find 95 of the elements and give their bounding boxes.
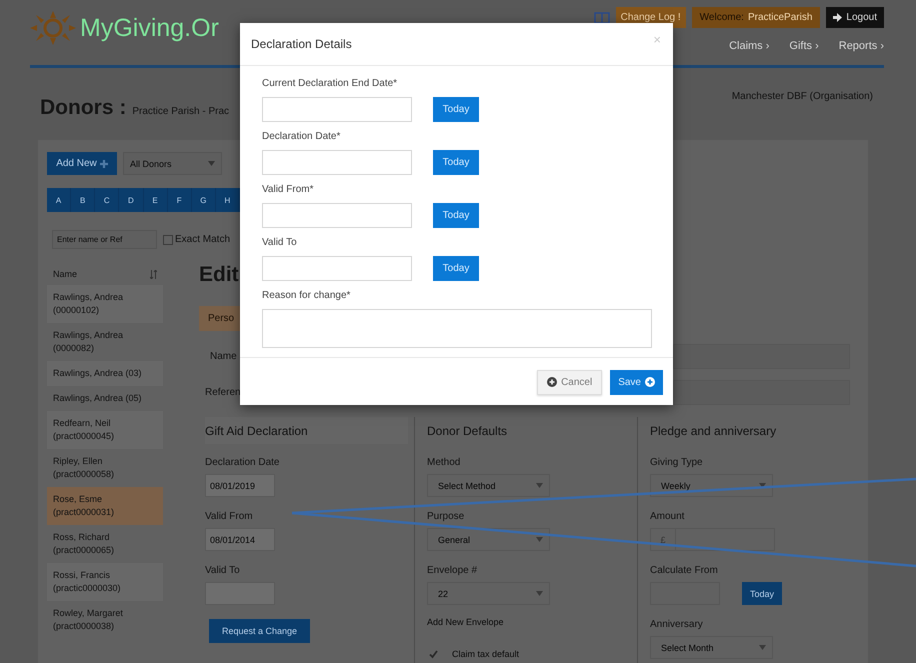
donor-list-item[interactable]: Rose, Esme (pract0000031) — [47, 487, 163, 525]
text-field[interactable] — [673, 344, 850, 368]
field-label: Valid To — [262, 237, 298, 250]
today-button[interactable]: Today — [433, 256, 479, 281]
select-field[interactable]: General — [427, 528, 550, 551]
select-value: Select Month — [661, 642, 714, 652]
field-label: Giving Type — [650, 457, 704, 470]
sign-out-icon — [833, 13, 842, 22]
field-label: Envelope # — [427, 565, 478, 578]
field-label: Calculate From — [650, 565, 719, 578]
caret-icon — [536, 591, 543, 596]
cancel-button[interactable]: Cancel — [537, 370, 602, 394]
search-field[interactable]: Enter name or Ref — [52, 230, 157, 249]
nav-menu[interactable]: Reports › — [838, 40, 884, 52]
nav-menu[interactable]: Gifts › — [789, 40, 819, 52]
user-name: PracticeParish — [748, 12, 812, 23]
checkbox-label: Exact Match — [175, 234, 230, 245]
donor-list-item[interactable]: Ripley, Ellen (pract0000058) — [47, 449, 163, 487]
field-label: Valid From — [205, 511, 254, 524]
select-value: All Donors — [130, 158, 172, 168]
text-field[interactable] — [673, 380, 850, 404]
letter-tab[interactable]: F — [168, 188, 192, 212]
logo-text: MyGiving.Or — [80, 14, 219, 42]
donor-list-item[interactable]: Rawlings, Andrea (03) — [47, 361, 163, 386]
personal-tab[interactable]: Perso — [199, 306, 240, 331]
window-icon — [594, 12, 610, 24]
caret-icon — [536, 483, 543, 488]
plus-circle-icon — [645, 377, 655, 387]
caret-icon — [759, 645, 766, 650]
field-label: Purpose — [427, 511, 466, 524]
donor-list-item[interactable]: Rossi, Francis (practic0000030) — [47, 563, 163, 601]
field-label: Method — [427, 457, 462, 470]
sort-icon — [150, 270, 157, 278]
caret-icon — [759, 483, 766, 488]
field-label: Declaration Date* — [262, 131, 342, 144]
field-label: Amount — [650, 511, 686, 524]
donor-list-item[interactable]: Rawlings, Andrea (0000082) — [47, 323, 163, 361]
plus-circle-icon — [547, 377, 558, 387]
field-label: Anniversary — [650, 619, 704, 632]
field-label: Current Declaration End Date* — [262, 78, 398, 91]
letter-tab[interactable]: C — [95, 188, 120, 212]
dialog-title: Declaration Details — [251, 37, 352, 51]
field-label: Name — [209, 350, 238, 362]
donor-list-item[interactable]: Rawlings, Andrea (05) — [47, 386, 163, 411]
select-value: Weekly — [661, 480, 690, 490]
today-button[interactable]: Today — [433, 150, 479, 175]
request-change-button[interactable]: Request a Change — [209, 619, 310, 643]
checkbox[interactable] — [163, 234, 173, 244]
today-button[interactable]: Today — [433, 97, 479, 122]
save-button[interactable]: Save — [610, 370, 663, 394]
column-header[interactable]: Name — [53, 269, 78, 279]
panel-header: Donor Defaults — [427, 422, 508, 440]
caret-icon — [208, 161, 215, 166]
donor-list-item[interactable]: Rowley, Margaret (pract0000038) — [47, 601, 163, 639]
select-value: Select Method — [438, 480, 496, 490]
panel-header: Gift Aid Declaration — [205, 417, 408, 444]
welcome-label: Welcome: — [700, 12, 744, 23]
currency-field[interactable]: £ — [650, 528, 775, 551]
field-label: Reason for change* — [262, 290, 352, 303]
select-field[interactable]: Select Method — [427, 474, 550, 497]
letter-tab[interactable]: G — [192, 188, 216, 212]
field-label: Referen — [204, 386, 242, 398]
select-field[interactable]: Select Month — [650, 636, 773, 659]
sun-icon — [30, 11, 76, 45]
checkbox-label: Claim tax default — [452, 649, 520, 659]
field-label: Valid To — [205, 565, 241, 578]
today-button[interactable]: Today — [742, 582, 782, 605]
checkbox[interactable] — [429, 650, 438, 658]
donor-filter-select[interactable]: All Donors — [123, 152, 222, 175]
letter-tab[interactable]: A — [47, 188, 72, 212]
select-field[interactable]: Weekly — [650, 474, 773, 497]
section-title: Edit — [199, 263, 239, 288]
field-label: Valid From* — [262, 184, 314, 197]
letter-tab[interactable]: B — [71, 188, 96, 212]
nav-menu[interactable]: Claims › — [729, 40, 770, 52]
donor-list-item[interactable]: Redfearn, Neil (pract0000045) — [47, 411, 163, 449]
today-button[interactable]: Today — [433, 203, 479, 228]
select-value: 22 — [438, 588, 448, 598]
add-new-button[interactable]: Add New — [47, 152, 117, 175]
panel-header: Pledge and anniversary — [650, 422, 778, 440]
logout-button[interactable]: Logout — [826, 7, 884, 28]
select-field[interactable]: 22 — [427, 582, 550, 605]
plus-icon — [100, 160, 108, 168]
add-envelope-link[interactable]: Add New Envelope — [427, 617, 504, 627]
donor-list-item[interactable]: Ross, Richard (pract0000065) — [47, 525, 163, 563]
letter-tab[interactable]: D — [119, 188, 144, 212]
page-title: Donors : — [40, 96, 126, 120]
letter-tab[interactable]: E — [144, 188, 168, 212]
organisation-label: Manchester DBF (Organisation) — [732, 91, 873, 102]
page-subtitle: Practice Parish - Prac — [132, 106, 230, 117]
donor-list-item[interactable]: Rawlings, Andrea (00000102) — [47, 285, 163, 323]
reason-field[interactable] — [262, 309, 652, 348]
caret-icon — [536, 537, 543, 542]
field-label: Declaration Date — [205, 457, 280, 470]
select-value: General — [438, 534, 470, 544]
